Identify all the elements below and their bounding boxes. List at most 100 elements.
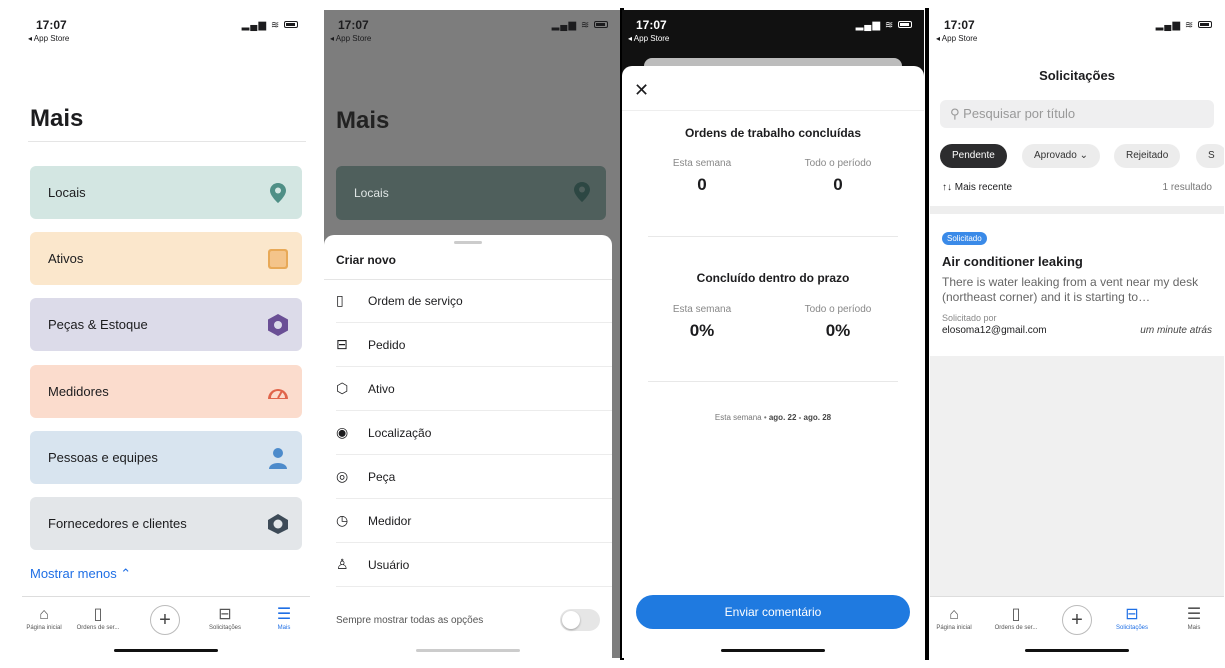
home-indicator — [1025, 649, 1129, 652]
menu-card-label: Peças & Estoque — [48, 317, 148, 332]
close-icon[interactable]: ✕ — [634, 80, 649, 101]
stat-value: 0% — [689, 321, 715, 340]
status-time: 17:07 — [636, 18, 667, 32]
menu-card-label: Medidores — [48, 384, 109, 399]
tab-label: Ordens de ser... — [76, 625, 120, 631]
search-input[interactable]: ⚲ Pesquisar por título — [940, 100, 1214, 128]
option-meter[interactable]: ◷ Medidor — [336, 499, 612, 543]
user-icon: ♙ — [336, 556, 349, 572]
stat-value: 0 — [697, 175, 707, 194]
panel-separator — [925, 8, 929, 660]
create-new-button[interactable]: + — [150, 605, 180, 635]
gauge-icon — [266, 380, 290, 404]
stat-this-week: Esta semana 0 — [642, 158, 762, 195]
status-bar: 17:07 ◂ App Store ▂▄▆ ≋ — [22, 10, 310, 50]
search-icon: ⚲ — [950, 106, 960, 121]
back-to-app-store[interactable]: ◂ App Store — [628, 34, 669, 43]
tab-requests[interactable]: ⊟ Solicitações — [197, 605, 253, 631]
tab-label: Ordens de ser... — [994, 625, 1038, 631]
screen-stats-modal: 17:07 ◂ App Store ▂▄▆ ≋ ✕ Ordens de trab… — [622, 10, 924, 658]
page-title: Mais — [336, 107, 390, 134]
create-new-button[interactable]: + — [1062, 605, 1092, 635]
inbox-icon: ⊟ — [1125, 606, 1139, 623]
tab-home[interactable]: ⌂ Página inicial — [22, 605, 72, 631]
menu-icon: ☰ — [276, 606, 292, 623]
home-indicator — [114, 649, 218, 652]
request-description: There is water leaking from a vent near … — [942, 275, 1199, 304]
option-part[interactable]: ◎ Peça — [336, 455, 612, 499]
status-icons: ▂▄▆ ≋ — [856, 20, 912, 31]
week-range: Esta semana • ago. 22 - ago. 28 — [622, 413, 924, 422]
menu-card-label: Ativos — [48, 251, 84, 266]
status-time: 17:07 — [36, 18, 67, 32]
option-user[interactable]: ♙ Usuário — [336, 543, 612, 587]
menu-card-label: Locais — [48, 185, 86, 200]
status-icons: ▂▄▆ ≋ — [242, 20, 298, 31]
requester-email: elosoma12@gmail.com — [942, 325, 1047, 336]
option-location[interactable]: ◉ Localização — [336, 411, 612, 455]
filter-chip-approved[interactable]: Aprovado ⌄ — [1022, 144, 1100, 168]
gear-part-icon: ◎ — [336, 468, 349, 484]
week-range-prefix: Esta semana • — [714, 413, 769, 422]
option-label: Peça — [368, 469, 396, 484]
screen-more: 17:07 ◂ App Store ▂▄▆ ≋ Mais Locais Ativ… — [22, 10, 310, 658]
divider — [28, 141, 306, 142]
divider — [930, 206, 1224, 214]
map-pin-icon — [266, 181, 290, 205]
tab-label: Solicitações — [208, 625, 241, 631]
stat-label: Todo o período — [804, 304, 872, 315]
stat-label: Todo o período — [804, 158, 872, 169]
sheet-handle[interactable] — [454, 241, 482, 244]
send-feedback-button[interactable]: Enviar comentário — [636, 595, 910, 629]
divider — [648, 236, 898, 237]
menu-card-ativos[interactable]: Ativos — [30, 232, 302, 285]
home-indicator — [721, 649, 825, 652]
menu-card-medidores[interactable]: Medidores — [30, 365, 302, 418]
status-time: 17:07 — [944, 18, 975, 32]
tab-home[interactable]: ⌂ Página inicial — [930, 605, 982, 631]
menu-card-fornecedores-clientes[interactable]: Fornecedores e clientes — [30, 497, 302, 550]
tab-label: Mais — [277, 625, 291, 631]
clipboard-icon: ▯ — [336, 292, 344, 308]
map-pin-icon: ◉ — [336, 424, 349, 440]
empty-area — [930, 356, 1224, 596]
menu-card-label: Locais — [354, 186, 389, 200]
filter-chip-more[interactable]: S — [1196, 144, 1224, 168]
sort-button[interactable]: ↑↓ Mais recente — [942, 182, 1012, 193]
map-pin-icon — [574, 181, 590, 205]
tab-more[interactable]: ☰ Mais — [256, 605, 310, 631]
home-icon: ⌂ — [949, 606, 959, 623]
stat-label: Esta semana — [672, 304, 732, 315]
status-icons: ▂▄▆ ≋ — [1156, 20, 1212, 31]
tab-more[interactable]: ☰ Mais — [1166, 605, 1222, 631]
menu-card-locais[interactable]: Locais — [336, 166, 606, 220]
show-less-link[interactable]: Mostrar menos ⌃ — [30, 566, 131, 582]
back-to-app-store[interactable]: ◂ App Store — [936, 34, 977, 43]
back-to-app-store[interactable]: ◂ App Store — [330, 34, 371, 43]
filter-chip-rejected[interactable]: Rejeitado — [1114, 144, 1181, 168]
tab-work-orders[interactable]: ▯ Ordens de ser... — [70, 605, 126, 631]
option-label: Pedido — [368, 337, 406, 352]
stat-label: Esta semana — [672, 158, 732, 169]
tab-requests[interactable]: ⊟ Solicitações — [1104, 605, 1160, 631]
filter-chip-pending[interactable]: Pendente — [940, 144, 1007, 168]
back-to-app-store[interactable]: ◂ App Store — [28, 34, 69, 43]
menu-card-pessoas-equipes[interactable]: Pessoas e equipes — [30, 431, 302, 484]
tab-label: Solicitações — [1115, 625, 1148, 631]
request-title: Air conditioner leaking — [942, 254, 1083, 269]
week-range-value: ago. 22 - ago. 28 — [768, 413, 832, 422]
option-work-order[interactable]: ▯ Ordem de serviço — [336, 279, 612, 323]
option-asset[interactable]: ⬡ Ativo — [336, 367, 612, 411]
tab-work-orders[interactable]: ▯ Ordens de ser... — [988, 605, 1044, 631]
request-card[interactable]: Solicitado Air conditioner leaking There… — [930, 214, 1224, 354]
person-icon — [266, 446, 290, 470]
status-badge: Solicitado — [942, 232, 987, 245]
menu-card-pecas-estoque[interactable]: Peças & Estoque — [30, 298, 302, 351]
menu-card-locais[interactable]: Locais — [30, 166, 302, 219]
option-request[interactable]: ⊟ Pedido — [336, 323, 612, 367]
always-show-toggle[interactable] — [560, 609, 600, 631]
home-indicator — [416, 649, 520, 652]
result-count: 1 resultado — [1162, 182, 1212, 193]
screen-create-new: 17:07 ◂ App Store ▂▄▆ ≋ Mais Locais Cria… — [324, 10, 620, 658]
divider — [648, 381, 898, 382]
